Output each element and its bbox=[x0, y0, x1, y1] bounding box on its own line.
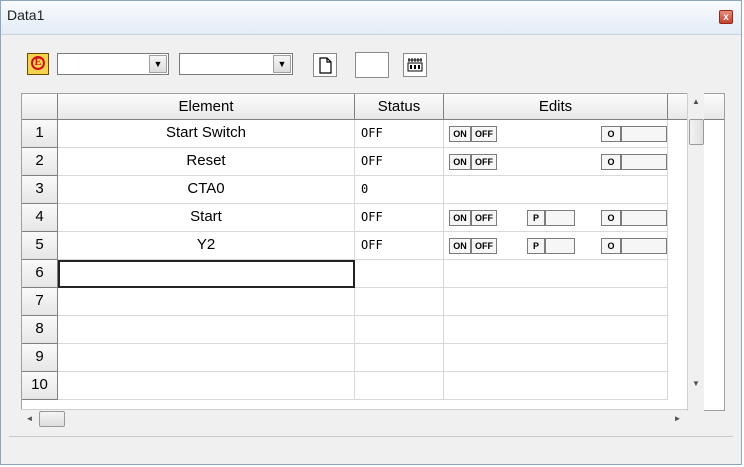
column-header-element[interactable]: Element bbox=[58, 94, 355, 120]
column-header-edits[interactable]: Edits bbox=[444, 94, 668, 120]
scroll-up-arrow-icon[interactable]: ▲ bbox=[688, 93, 704, 110]
p-value-field[interactable] bbox=[545, 210, 575, 226]
element-cell[interactable] bbox=[58, 260, 355, 288]
horizontal-scrollbar[interactable]: ◄ ► bbox=[21, 409, 687, 428]
o-button[interactable]: O bbox=[601, 238, 621, 254]
on-button[interactable]: ON bbox=[449, 210, 471, 226]
element-cell[interactable]: Start bbox=[58, 204, 355, 232]
element-cell[interactable] bbox=[58, 344, 355, 372]
on-button[interactable]: ON bbox=[449, 126, 471, 142]
o-value-field[interactable] bbox=[621, 154, 667, 170]
data-window: Data1 x E ▼ ▼ Element Status Edits 1 Sta… bbox=[0, 0, 742, 465]
edits-cell bbox=[444, 176, 668, 204]
element-cell[interactable] bbox=[58, 372, 355, 400]
status-cell[interactable]: OFF bbox=[355, 120, 444, 148]
new-page-button[interactable] bbox=[313, 53, 337, 77]
element-type-combo[interactable]: ▼ bbox=[57, 53, 169, 75]
row-number[interactable]: 3 bbox=[22, 176, 58, 204]
p-value-field[interactable] bbox=[545, 238, 575, 254]
e-icon: E bbox=[31, 56, 45, 70]
corner-header bbox=[22, 94, 58, 120]
o-button[interactable]: O bbox=[601, 210, 621, 226]
o-value-field[interactable] bbox=[621, 210, 667, 226]
on-button[interactable]: ON bbox=[449, 154, 471, 170]
on-button[interactable]: ON bbox=[449, 238, 471, 254]
row-number[interactable]: 10 bbox=[22, 372, 58, 400]
status-cell[interactable]: 0 bbox=[355, 176, 444, 204]
title-bar[interactable]: Data1 x bbox=[1, 1, 741, 35]
row-number[interactable]: 8 bbox=[22, 316, 58, 344]
off-button[interactable]: OFF bbox=[471, 238, 497, 254]
close-button[interactable]: x bbox=[719, 10, 733, 24]
vertical-scrollbar[interactable]: ▲ ▼ bbox=[687, 93, 704, 411]
edits-cell: ON OFF O bbox=[444, 120, 668, 148]
element-cell[interactable]: Start Switch bbox=[58, 120, 355, 148]
edits-cell bbox=[444, 372, 668, 400]
device-monitor-icon bbox=[407, 58, 423, 72]
o-button[interactable]: O bbox=[601, 154, 621, 170]
status-cell[interactable]: OFF bbox=[355, 232, 444, 260]
column-header-status[interactable]: Status bbox=[355, 94, 444, 120]
row-number[interactable]: 5 bbox=[22, 232, 58, 260]
scroll-down-arrow-icon[interactable]: ▼ bbox=[688, 375, 704, 392]
element-cell[interactable] bbox=[58, 288, 355, 316]
element-number-combo[interactable]: ▼ bbox=[179, 53, 293, 75]
window-title: Data1 bbox=[7, 7, 45, 23]
chevron-down-icon[interactable]: ▼ bbox=[149, 55, 167, 73]
edits-cell bbox=[444, 316, 668, 344]
status-cell[interactable] bbox=[355, 260, 444, 288]
edits-cell bbox=[444, 288, 668, 316]
monitor-button[interactable] bbox=[403, 53, 427, 77]
scroll-left-arrow-icon[interactable]: ◄ bbox=[21, 410, 38, 428]
data-grid: Element Status Edits 1 Start Switch OFF ON O… bbox=[21, 93, 725, 411]
p-button[interactable]: P bbox=[527, 238, 545, 254]
row-number[interactable]: 2 bbox=[22, 148, 58, 176]
element-cell[interactable] bbox=[58, 316, 355, 344]
element-cell[interactable]: CTA0 bbox=[58, 176, 355, 204]
edits-cell: ON OFF O bbox=[444, 148, 668, 176]
status-cell[interactable] bbox=[355, 372, 444, 400]
status-cell[interactable] bbox=[355, 288, 444, 316]
edits-cell: ON OFF P O bbox=[444, 232, 668, 260]
status-bar bbox=[9, 436, 733, 459]
edit-mode-button[interactable]: E bbox=[27, 53, 49, 75]
element-cell[interactable]: Reset bbox=[58, 148, 355, 176]
off-button[interactable]: OFF bbox=[471, 210, 497, 226]
row-number[interactable]: 7 bbox=[22, 288, 58, 316]
chevron-down-icon[interactable]: ▼ bbox=[273, 55, 291, 73]
o-button[interactable]: O bbox=[601, 126, 621, 142]
horizontal-scroll-thumb[interactable] bbox=[39, 411, 65, 427]
row-number[interactable]: 6 bbox=[22, 260, 58, 288]
scroll-right-arrow-icon[interactable]: ► bbox=[669, 410, 686, 428]
edits-cell bbox=[444, 344, 668, 372]
edits-cell: ON OFF P O bbox=[444, 204, 668, 232]
off-button[interactable]: OFF bbox=[471, 154, 497, 170]
p-button[interactable]: P bbox=[527, 210, 545, 226]
blank-toolbar-button[interactable] bbox=[355, 52, 389, 78]
edits-cell bbox=[444, 260, 668, 288]
o-value-field[interactable] bbox=[621, 126, 667, 142]
o-value-field[interactable] bbox=[621, 238, 667, 254]
row-number[interactable]: 1 bbox=[22, 120, 58, 148]
vertical-scroll-thumb[interactable] bbox=[689, 119, 704, 145]
document-icon bbox=[319, 57, 332, 74]
status-cell[interactable] bbox=[355, 316, 444, 344]
status-cell[interactable]: OFF bbox=[355, 204, 444, 232]
status-cell[interactable] bbox=[355, 344, 444, 372]
off-button[interactable]: OFF bbox=[471, 126, 497, 142]
element-cell[interactable]: Y2 bbox=[58, 232, 355, 260]
status-cell[interactable]: OFF bbox=[355, 148, 444, 176]
row-number[interactable]: 4 bbox=[22, 204, 58, 232]
row-number[interactable]: 9 bbox=[22, 344, 58, 372]
